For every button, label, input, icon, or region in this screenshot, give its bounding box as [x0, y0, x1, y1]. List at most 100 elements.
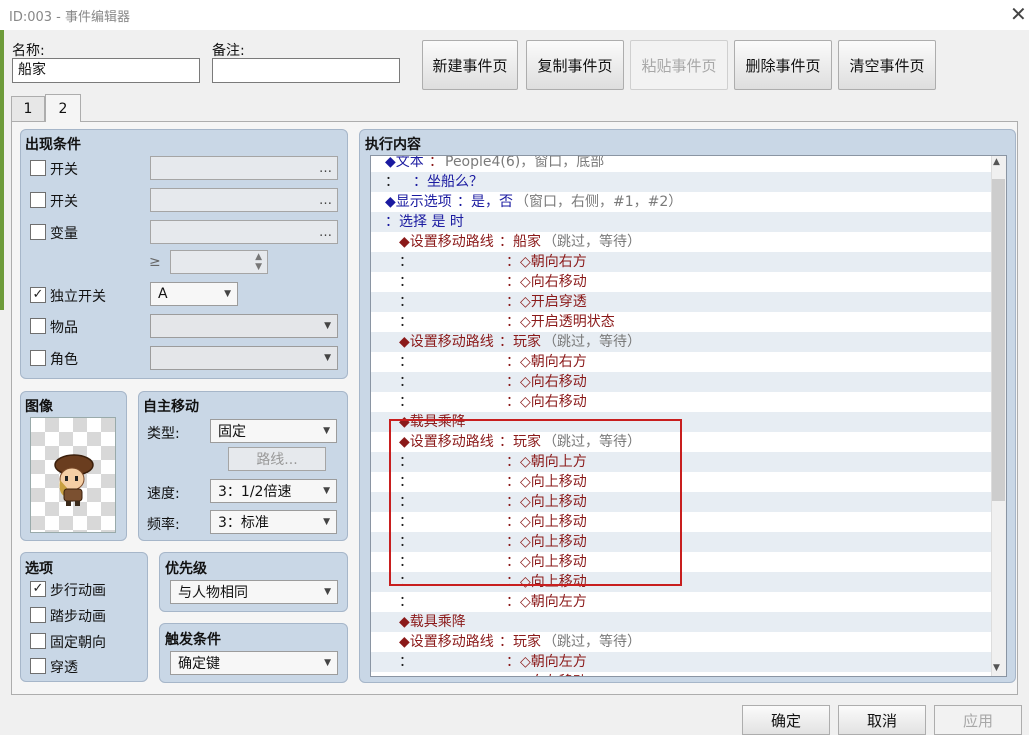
- note-label: 备注:: [212, 43, 245, 59]
- scroll-up-icon[interactable]: ▲: [993, 157, 1000, 167]
- command-row[interactable]: ：选择 是 时: [371, 212, 992, 232]
- command-prefix: ：: [399, 394, 413, 410]
- apply-button[interactable]: 应用: [934, 705, 1022, 735]
- name-field[interactable]: 船家: [12, 58, 200, 83]
- switch1-field[interactable]: …: [150, 156, 338, 180]
- variable-label: 变量: [50, 226, 78, 242]
- command-prefix: ：: [399, 654, 413, 670]
- command-prefix: ：: [399, 274, 413, 290]
- title-bar: [0, 0, 1029, 30]
- command-row[interactable]: ◆设置移动路线 ：船家 （跳过，等待）: [371, 232, 992, 252]
- command-row[interactable]: ： ：坐船么？: [371, 172, 992, 192]
- command-row[interactable]: ： ：◇朝向右方: [371, 352, 992, 372]
- tab-page-2[interactable]: 2: [45, 94, 81, 122]
- command-prefix: ◆文本: [385, 155, 424, 170]
- name-label: 名称:: [12, 43, 45, 59]
- route-button[interactable]: 路线...: [228, 447, 326, 471]
- command-row[interactable]: ： ：◇开启穿透: [371, 292, 992, 312]
- command-args: （窗口，右侧，#1，#2）: [515, 194, 683, 210]
- variable-value-spinner[interactable]: ▲ ▼: [170, 250, 268, 274]
- command-row[interactable]: ◆显示选项 ：是，否 （窗口，右侧，#1，#2）: [371, 192, 992, 212]
- command-row[interactable]: ： ：◇向左移动: [371, 672, 992, 676]
- command-body: ：◇朝向右方: [506, 354, 587, 370]
- variable-checkbox[interactable]: [30, 224, 46, 240]
- step-anim-label: 踏步动画: [50, 609, 106, 625]
- item-select[interactable]: ▼: [150, 314, 338, 338]
- command-row[interactable]: ： ：◇向右移动: [371, 372, 992, 392]
- image-title: 图像: [25, 399, 53, 415]
- item-checkbox[interactable]: [30, 318, 46, 334]
- self-switch-label: 独立开关: [50, 289, 106, 305]
- move-type-select[interactable]: 固定 ▼: [210, 419, 337, 443]
- command-body: ：◇开启穿透: [506, 294, 587, 310]
- close-icon[interactable]: ✕: [1010, 3, 1027, 25]
- item-label: 物品: [50, 320, 78, 336]
- command-body: ：: [429, 155, 443, 170]
- chevron-down-icon: ▼: [323, 426, 330, 436]
- walk-anim-checkbox[interactable]: ✓: [30, 581, 46, 597]
- paste-page-button[interactable]: 粘贴事件页: [630, 40, 728, 90]
- step-anim-checkbox[interactable]: [30, 607, 46, 623]
- command-row[interactable]: ： ：◇向右移动: [371, 392, 992, 412]
- dir-fix-checkbox[interactable]: [30, 633, 46, 649]
- tab-page-1[interactable]: 1: [11, 96, 45, 122]
- background-map-strip: [0, 30, 4, 310]
- autonomous-move-title: 自主移动: [143, 399, 199, 415]
- move-frequency-label: 频率:: [147, 517, 180, 533]
- self-switch-checkbox[interactable]: ✓: [30, 287, 46, 303]
- command-row[interactable]: ◆设置移动路线 ：玩家 （跳过，等待）: [371, 332, 992, 352]
- switch2-checkbox[interactable]: [30, 192, 46, 208]
- scroll-down-icon[interactable]: ▼: [993, 663, 1000, 673]
- note-field[interactable]: [212, 58, 400, 83]
- move-frequency-select[interactable]: 3：标准 ▼: [210, 510, 337, 534]
- command-prefix: ：: [385, 174, 399, 190]
- cancel-button[interactable]: 取消: [838, 705, 926, 735]
- variable-field[interactable]: …: [150, 220, 338, 244]
- command-prefix: ：: [399, 354, 413, 370]
- command-prefix: ：选择 是 时: [385, 214, 464, 230]
- copy-page-button[interactable]: 复制事件页: [526, 40, 624, 90]
- actor-checkbox[interactable]: [30, 350, 46, 366]
- command-row[interactable]: ： ：◇开启透明状态: [371, 312, 992, 332]
- self-switch-select[interactable]: A ▼: [150, 282, 238, 306]
- delete-page-button[interactable]: 删除事件页: [734, 40, 832, 90]
- priority-select[interactable]: 与人物相同 ▼: [170, 580, 338, 604]
- highlight-box: [389, 419, 682, 586]
- actor-select[interactable]: ▼: [150, 346, 338, 370]
- command-row[interactable]: ： ：◇朝向左方: [371, 652, 992, 672]
- command-row[interactable]: ： ：◇朝向左方: [371, 592, 992, 612]
- execution-title: 执行内容: [365, 137, 421, 153]
- command-prefix: ：: [399, 594, 413, 610]
- command-row[interactable]: ： ：◇向右移动: [371, 272, 992, 292]
- command-row[interactable]: ◆载具乘降: [371, 612, 992, 632]
- switch1-checkbox[interactable]: [30, 160, 46, 176]
- ok-button[interactable]: 确定: [742, 705, 830, 735]
- scrollbar-thumb[interactable]: [992, 179, 1005, 501]
- command-list[interactable]: ◆文本： People4(6)，窗口，底部：：坐船么？ ◆显示选项 ：是，否 （窗口，右…: [370, 155, 1007, 677]
- move-speed-label: 速度:: [147, 486, 180, 502]
- command-body: ：◇朝向右方: [506, 254, 587, 270]
- command-row[interactable]: ◆文本 ： People4(6)，窗口，底部: [371, 155, 992, 172]
- through-checkbox[interactable]: [30, 658, 46, 674]
- new-page-button[interactable]: 新建事件页: [422, 40, 518, 90]
- trigger-select[interactable]: 确定键 ▼: [170, 651, 338, 675]
- move-speed-select[interactable]: 3：1/2倍速 ▼: [210, 479, 337, 503]
- move-frequency-value: 3：标准: [218, 515, 269, 531]
- trigger-value: 确定键: [178, 656, 220, 672]
- command-row[interactable]: ： ：◇朝向右方: [371, 252, 992, 272]
- spinner-arrows-icon[interactable]: ▲ ▼: [255, 252, 262, 272]
- priority-value: 与人物相同: [178, 585, 248, 601]
- command-body: ：◇向右移动: [506, 394, 587, 410]
- command-body: ：◇向右移动: [506, 374, 587, 390]
- chevron-down-icon: ▼: [324, 658, 331, 668]
- clear-page-button[interactable]: 清空事件页: [838, 40, 936, 90]
- chevron-down-icon: ▼: [323, 517, 330, 527]
- character-image-preview[interactable]: [30, 417, 116, 533]
- command-row[interactable]: ◆设置移动路线 ：玩家 （跳过，等待）: [371, 632, 992, 652]
- command-prefix: ：: [399, 294, 413, 310]
- command-prefix: ：: [399, 314, 413, 330]
- walk-anim-label: 步行动画: [50, 583, 106, 599]
- switch2-field[interactable]: …: [150, 188, 338, 212]
- command-body: ：◇开启透明状态: [506, 314, 615, 330]
- command-prefix: ◆显示选项: [385, 194, 452, 210]
